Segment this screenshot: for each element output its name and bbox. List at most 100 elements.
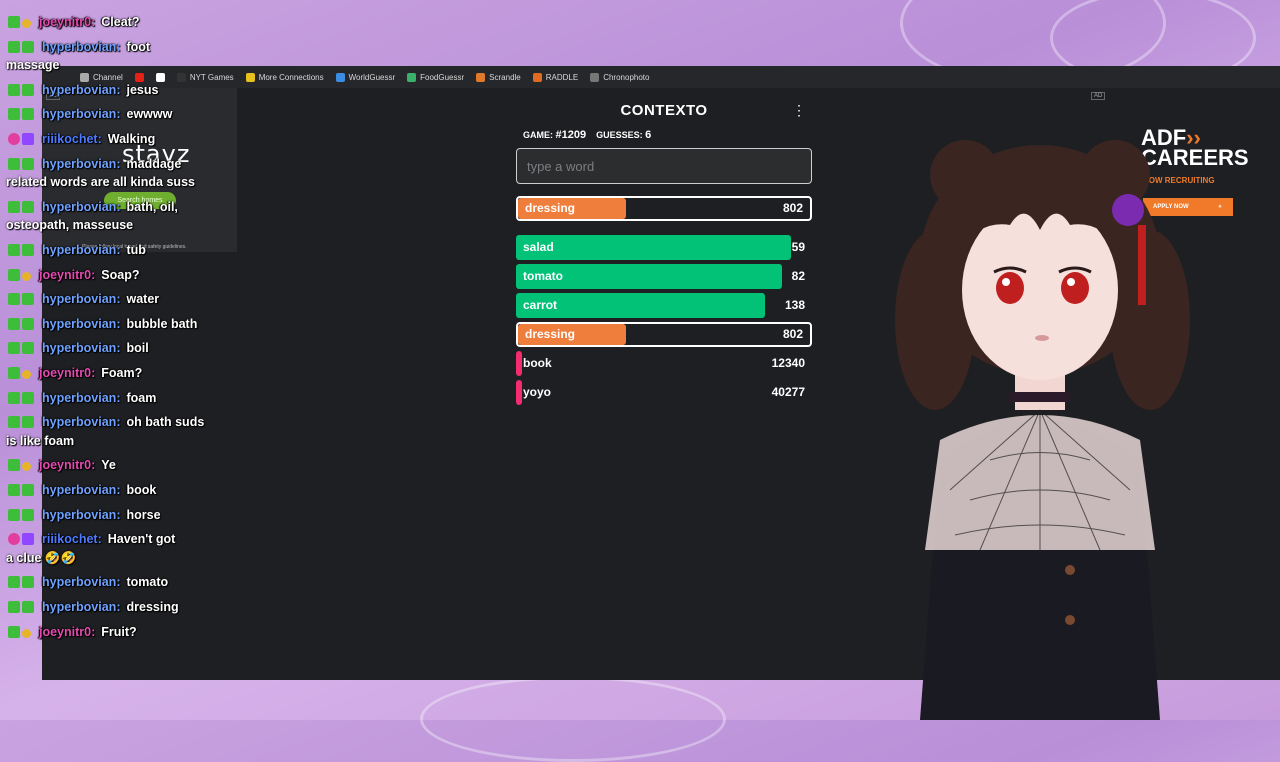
guess-row: carrot 138 — [516, 293, 812, 318]
chat-message: riiikochet: Walking — [8, 131, 155, 148]
distance-bar — [516, 235, 792, 260]
kebab-menu-icon[interactable]: ⋮ — [792, 102, 806, 118]
chat-text: Soap? — [101, 267, 140, 282]
moderator-badge-icon — [8, 16, 20, 28]
chat-username[interactable]: hyperbovian: — [42, 575, 121, 589]
guess-distance: 59 — [791, 240, 805, 254]
chat-text: Haven't got — [107, 532, 176, 547]
subscriber-badge-icon — [22, 19, 31, 28]
moderator-badge-icon — [8, 268, 20, 281]
chat-text: foot — [126, 39, 151, 54]
bookmark-item[interactable]: Chronophoto — [590, 72, 650, 82]
chat-username[interactable]: hyperbovian: — [42, 341, 121, 355]
chat-message: hyperbovian: oh bath suds — [8, 414, 204, 431]
subscriber-badge-icon — [22, 244, 34, 256]
chat-username[interactable]: hyperbovian: — [42, 483, 121, 497]
chat-username[interactable]: hyperbovian: — [42, 508, 121, 522]
bookmark-label: RADDLE — [545, 72, 579, 82]
chat-text: foam — [126, 390, 157, 405]
guess-word: carrot — [523, 298, 558, 312]
subscriber-badge-icon — [22, 462, 31, 472]
game-stats: GAME: #1209 GUESSES: 6 — [516, 129, 812, 141]
bookmark-label: More Connections — [258, 72, 324, 82]
subscriber-badge-icon — [22, 370, 31, 379]
subscriber-badge-icon — [22, 628, 31, 638]
subscriber-badge-icon — [22, 391, 34, 404]
chat-username[interactable]: hyperbovian: — [42, 292, 121, 306]
chat-username[interactable]: joeynitr0: — [39, 458, 95, 472]
chat-username[interactable]: hyperbovian: — [42, 157, 121, 171]
app-title: CONTEXTO — [620, 102, 708, 119]
guess-history-list: salad 59 tomato 82 carrot 138 dressing 802 book 1… — [516, 235, 812, 405]
food-icon — [407, 72, 417, 82]
bookmark-item[interactable]: More Connections — [245, 72, 324, 82]
chat-username[interactable]: joeynitr0: — [39, 15, 95, 29]
moderator-badge-icon — [8, 342, 20, 355]
chat-message: joeynitr0: Soap? — [8, 267, 139, 284]
chat-message: hyperbovian: book — [8, 482, 156, 499]
camera-icon — [590, 72, 600, 82]
chat-message: hyperbovian: tub — [8, 242, 146, 259]
chat-username[interactable]: joeynitr0: — [39, 366, 95, 380]
moderator-badge-icon — [8, 367, 20, 379]
moderator-badge-icon — [8, 83, 20, 96]
chat-username[interactable]: hyperbovian: — [42, 243, 121, 257]
chat-message: hyperbovian: dressing — [8, 599, 179, 616]
bookmark-item[interactable]: RADDLE — [532, 72, 579, 82]
bookmark-label: WorldGuessr — [348, 72, 396, 82]
chat-message: joeynitr0: Ye — [8, 457, 116, 474]
contexto-app: CONTEXTO ⋮ GAME: #1209 GUESSES: 6 dressi… — [516, 102, 812, 409]
subscriber-badge-icon — [22, 133, 34, 145]
chat-text: boil — [126, 341, 149, 356]
moderator-badge-icon — [8, 508, 20, 521]
chat-text: tub — [126, 243, 146, 257]
subscriber-badge-icon — [22, 576, 34, 589]
heart-badge-icon — [8, 533, 20, 546]
chat-username[interactable]: riiikochet: — [42, 132, 102, 146]
guess-count: GUESSES: 6 — [596, 129, 651, 141]
guess-word: book — [523, 356, 552, 370]
moderator-badge-icon — [8, 416, 20, 429]
chat-username[interactable]: joeynitr0: — [39, 625, 95, 639]
chat-username[interactable]: hyperbovian: — [42, 200, 121, 214]
chat-username[interactable]: hyperbovian: — [42, 83, 121, 97]
chat-username[interactable]: hyperbovian: — [42, 107, 121, 121]
chat-username[interactable]: riiikochet: — [42, 532, 102, 546]
chat-overlay: joeynitr0: Cleat? hyperbovian: foot massage h… — [0, 0, 240, 720]
bookmark-label: Chronophoto — [603, 72, 650, 82]
chat-text: maddage — [126, 156, 182, 171]
chat-message: hyperbovian: horse — [8, 507, 161, 524]
moderator-badge-icon — [8, 391, 20, 404]
chat-message: hyperbovian: boil — [8, 340, 149, 357]
distance-bar — [516, 380, 522, 405]
chat-message: hyperbovian: tomato — [8, 574, 168, 591]
chat-text: dressing — [126, 600, 179, 614]
moderator-badge-icon — [8, 200, 20, 213]
word-input[interactable] — [516, 148, 812, 184]
subscriber-badge-icon — [22, 157, 34, 170]
chat-username[interactable]: hyperbovian: — [42, 40, 121, 54]
game-value: #1209 — [555, 129, 587, 141]
chat-username[interactable]: hyperbovian: — [42, 600, 121, 614]
chat-username[interactable]: joeynitr0: — [39, 268, 95, 282]
chat-message: joeynitr0: Fruit? — [8, 624, 137, 641]
chat-text: Foam? — [101, 366, 143, 380]
chat-text: bath, oil, — [126, 199, 178, 214]
moderator-badge-icon — [8, 40, 20, 53]
subscriber-badge-icon — [22, 83, 34, 96]
chat-text-continued: a clue 🤣🤣 — [6, 550, 77, 565]
chat-username[interactable]: hyperbovian: — [42, 317, 121, 331]
bookmark-item[interactable]: Scrandle — [476, 72, 521, 82]
chat-username[interactable]: hyperbovian: — [42, 415, 121, 429]
chat-username[interactable]: hyperbovian: — [42, 391, 121, 405]
chat-message: joeynitr0: Foam? — [8, 365, 142, 382]
bookmark-item[interactable]: FoodGuessr — [407, 72, 464, 82]
guess-word: tomato — [523, 269, 563, 283]
raddle-icon — [532, 72, 542, 82]
guess-row: tomato 82 — [516, 264, 812, 289]
game-number: GAME: #1209 — [523, 129, 586, 141]
chat-message: hyperbovian: bath, oil, — [8, 199, 178, 216]
chat-text: book — [126, 483, 157, 497]
chat-message: hyperbovian: foam — [8, 390, 156, 407]
bookmark-item[interactable]: WorldGuessr — [335, 72, 396, 82]
